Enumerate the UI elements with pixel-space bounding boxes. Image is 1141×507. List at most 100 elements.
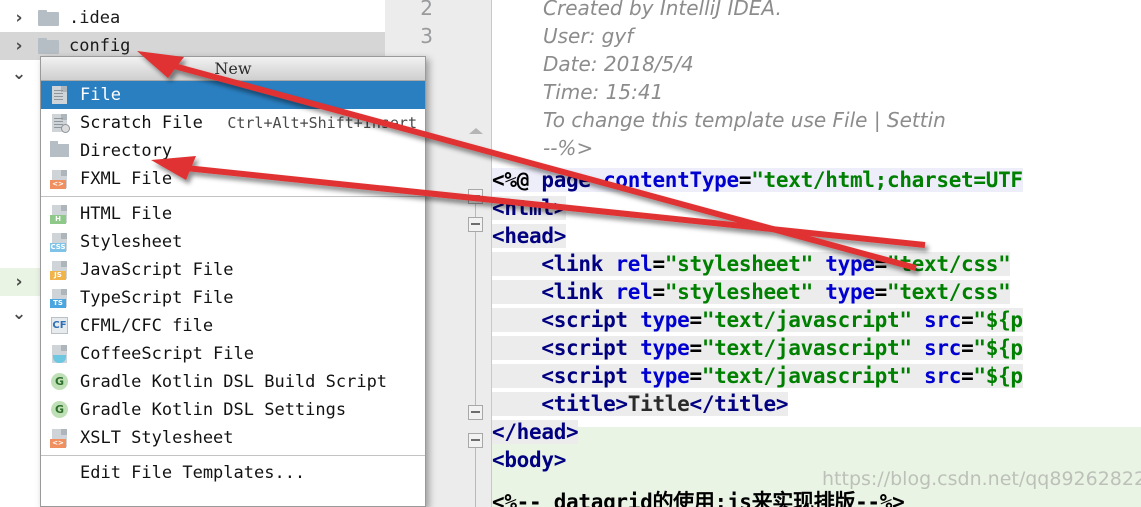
code-token: rel [615, 280, 653, 304]
menu-item-label: TypeScript File [80, 288, 234, 308]
code-token: type [640, 364, 690, 388]
comment-line: User: gyf [543, 24, 634, 48]
code-line: <script type="text/javascript" src="${p [492, 334, 1023, 362]
code-token [911, 336, 925, 360]
chevron-right-icon[interactable]: › [0, 36, 38, 56]
code-line: <%-- datagrid的使用:js来实现排版--%> [492, 488, 905, 507]
menu-item-gradle-kotlin-dsl-settings[interactable]: G Gradle Kotlin DSL Settings [41, 396, 425, 424]
comment-line: Time: 15:41 [543, 80, 664, 104]
menu-item-xslt-stylesheet[interactable]: <> XSLT Stylesheet [41, 424, 425, 452]
fold-marker[interactable] [468, 405, 485, 422]
menu-item-scratch-file[interactable]: Scratch File Ctrl+Alt+Shift+Insert [41, 109, 425, 137]
code-token: <title> [492, 392, 628, 416]
code-token [911, 364, 925, 388]
code-token: <script [492, 336, 641, 360]
code-token: <script [492, 364, 641, 388]
code-token: "text/javascript" [701, 336, 912, 360]
menu-items-container[interactable]: File Scratch File Ctrl+Alt+Shift+Insert Dir… [41, 81, 425, 452]
menu-item-label: HTML File [80, 204, 173, 224]
chevron-down-icon[interactable]: ⌄ [0, 304, 38, 324]
code-token: type [825, 280, 875, 304]
code-line: <link rel="stylesheet" type="text/css" [492, 250, 1011, 278]
code-line: <link rel="stylesheet" type="text/css" [492, 278, 1011, 306]
chevron-right-icon[interactable]: › [0, 8, 38, 28]
tree-item-label: .idea [69, 8, 121, 28]
typescript-file-icon: TS [50, 288, 70, 308]
code-token: <body> [492, 448, 567, 472]
line-number: 3 [420, 24, 433, 48]
watermark: https://blog.csdn.net/qq8926282217 [822, 468, 1141, 490]
code-line: </head> [492, 418, 579, 446]
menu-item-stylesheet[interactable]: CSS Stylesheet [41, 228, 425, 256]
chevron-down-icon[interactable]: ⌄ [0, 64, 38, 84]
fold-marker[interactable] [468, 217, 485, 418]
menu-item-cfml-cfc-file[interactable]: CF CFML/CFC file [41, 312, 425, 340]
menu-item-fxml-file[interactable]: <> FXML File [41, 165, 425, 193]
code-token: = [689, 308, 702, 332]
code-token: <link [492, 280, 616, 304]
menu-separator [41, 455, 425, 456]
menu-item-label: Gradle Kotlin DSL Build Script [80, 372, 388, 392]
menu-item-gradle-kotlin-dsl-build-script[interactable]: G Gradle Kotlin DSL Build Script [41, 368, 425, 396]
code-token: <link [492, 252, 616, 276]
menu-item-directory[interactable]: Directory [41, 137, 425, 165]
file-icon [50, 85, 70, 105]
menu-item-edit-file-templates[interactable]: Edit File Templates... [41, 459, 425, 487]
code-token: </head> [492, 420, 579, 444]
menu-item-javascript-file[interactable]: JS JavaScript File [41, 256, 425, 284]
code-token: <script [492, 308, 641, 332]
code-editor[interactable]: 2 3 Created by IntelliJ IDEA. User: gyf … [385, 0, 1141, 507]
code-token: = [689, 336, 702, 360]
code-token: "text/css" [887, 280, 1011, 304]
code-token: "stylesheet" [664, 280, 813, 304]
code-token: src [924, 364, 962, 388]
code-token: = [874, 280, 887, 304]
coffeescript-file-icon [50, 344, 70, 364]
code-token: <%@ [492, 168, 542, 192]
tree-row[interactable]: › [0, 268, 40, 296]
menu-item-typescript-file[interactable]: TS TypeScript File [41, 284, 425, 312]
menu-item-label: File [80, 85, 121, 105]
menu-item-label: CoffeeScript File [80, 344, 254, 364]
menu-title: New [41, 57, 425, 81]
body-tag-highlight-band [492, 427, 1141, 455]
menu-item-coffeescript-file[interactable]: CoffeeScript File [41, 340, 425, 368]
comment-line: Date: 2018/5/4 [543, 52, 694, 76]
fold-marker[interactable] [468, 128, 485, 150]
menu-item-label: Gradle Kotlin DSL Settings [80, 400, 347, 420]
html-file-icon: H [50, 204, 70, 224]
tree-item-label: config [69, 36, 131, 56]
code-token: "text/javascript" [701, 364, 912, 388]
scratch-file-icon [50, 113, 70, 133]
fold-marker[interactable] [468, 433, 485, 507]
code-token: type [640, 308, 690, 332]
code-token: contentType [603, 168, 739, 192]
folder-icon [38, 38, 60, 54]
code-token: = [961, 308, 974, 332]
code-line: <html> [492, 194, 566, 222]
new-file-context-menu[interactable]: New File Scratch File Ctrl+Alt+Shift+Inser… [40, 56, 426, 507]
code-token: <head> [492, 224, 567, 248]
cfml-file-icon: CF [50, 316, 70, 336]
menu-item-label: JavaScript File [80, 260, 234, 280]
menu-item-label: CFML/CFC file [80, 316, 214, 336]
code-token: "${p [973, 364, 1023, 388]
chevron-right-icon[interactable]: › [0, 272, 38, 292]
menu-item-file[interactable]: File [41, 81, 425, 109]
comment-line: To change this template use File | Setti… [543, 108, 946, 132]
code-token: </title> [689, 392, 789, 416]
code-token: "${p [973, 308, 1023, 332]
menu-item-shortcut: Ctrl+Alt+Shift+Insert [227, 114, 417, 132]
code-token: type [825, 252, 875, 276]
code-token [812, 280, 826, 304]
code-token: <html> [492, 196, 567, 220]
code-text-area[interactable]: Created by IntelliJ IDEA. User: gyf Date… [492, 0, 1141, 507]
code-token: = [874, 252, 887, 276]
javascript-file-icon: JS [50, 260, 70, 280]
code-token: src [924, 336, 962, 360]
code-token: src [924, 308, 962, 332]
menu-item-html-file[interactable]: H HTML File [41, 200, 425, 228]
code-line: <script type="text/javascript" src="${p [492, 306, 1023, 334]
fold-marker[interactable] [468, 189, 485, 230]
tree-row[interactable]: › .idea [0, 4, 385, 32]
